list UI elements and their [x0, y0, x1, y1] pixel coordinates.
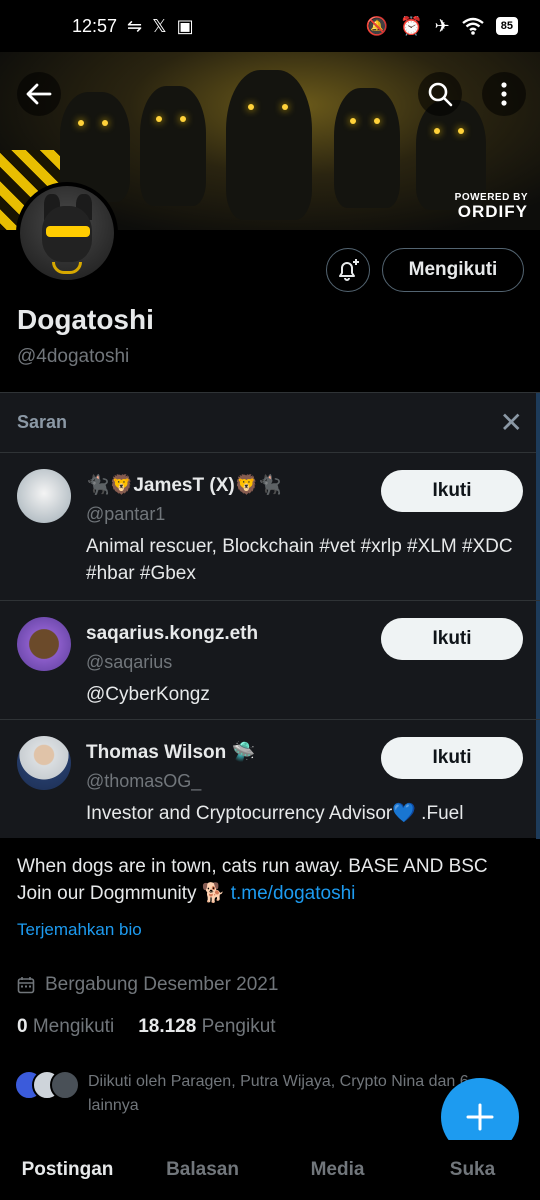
following-label: Mengikuti — [32, 1016, 115, 1037]
profile-tabs: Postingan Balasan Media Suka — [0, 1140, 540, 1200]
followed-by[interactable]: Diikuti oleh Paragen, Putra Wijaya, Cryp… — [14, 1070, 488, 1118]
suggestion-avatar[interactable] — [17, 736, 71, 790]
join-date-text: Bergabung Desember 2021 — [45, 974, 279, 995]
follow-button[interactable]: Ikuti — [381, 618, 523, 660]
suggestions-title: Saran — [17, 412, 68, 432]
notification-bell-button[interactable] — [326, 248, 370, 292]
ordify-brand: ORDIFY — [457, 202, 528, 221]
following-count: 0 — [17, 1016, 28, 1037]
suggestion-bio: Investor and Cryptocurrency Advisor💙 .Fu… — [86, 802, 464, 824]
translate-bio-link[interactable]: Terjemahkan bio — [17, 920, 142, 940]
suggestion-avatar[interactable] — [17, 469, 71, 523]
suggestion-avatar[interactable] — [17, 617, 71, 671]
suggestion-item[interactable]: saqarius.kongz.eth @saqarius @CyberKongz… — [0, 601, 540, 720]
following-stat[interactable]: 0 Mengikuti — [17, 1016, 114, 1038]
tab-postingan[interactable]: Postingan — [0, 1159, 135, 1181]
join-date: Bergabung Desember 2021 — [17, 974, 278, 996]
banner-wolf — [334, 88, 400, 208]
clock: 12:57 — [72, 15, 118, 36]
sunglasses — [46, 226, 90, 237]
banner-wolf — [226, 70, 312, 220]
bio-link[interactable]: t.me/dogatoshi — [231, 883, 356, 904]
tab-suka[interactable]: Suka — [405, 1159, 540, 1181]
tab-media[interactable]: Media — [270, 1159, 405, 1181]
powered-by-badge: POWERED BY ORDIFY — [455, 193, 528, 221]
follow-button[interactable]: Ikuti — [381, 737, 523, 779]
suggestion-item[interactable]: Thomas Wilson 🛸 @thomasOG_ Investor and … — [0, 720, 540, 839]
more-options-button[interactable] — [482, 72, 526, 116]
follower-avatar — [50, 1070, 80, 1100]
suggestions-panel: Saran ✕ 🐈‍⬛🦁JamesT (X)🦁🐈‍⬛ @pantar1 Anim… — [0, 392, 540, 839]
plus-icon — [466, 1103, 494, 1131]
alarm-icon: ⏰ — [400, 15, 423, 36]
tab-balasan[interactable]: Balasan — [135, 1159, 270, 1181]
gold-chain — [52, 262, 82, 274]
battery-indicator: 85 — [495, 17, 518, 35]
search-button[interactable] — [418, 72, 462, 116]
airplane-icon: ✈ — [434, 15, 450, 36]
bell-off-icon: 🔕 — [365, 15, 389, 36]
following-button[interactable]: Mengikuti — [382, 248, 524, 292]
close-icon[interactable]: ✕ — [500, 408, 523, 437]
suggestion-bio: Animal rescuer, Blockchain #vet #xrlp #X… — [86, 535, 513, 585]
app-icon: ▣ — [176, 15, 194, 36]
suggestions-header: Saran ✕ — [0, 393, 540, 453]
wifi-icon — [462, 17, 484, 35]
followed-by-text: Diikuti oleh Paragen, Putra Wijaya, Cryp… — [88, 1073, 469, 1114]
x-logo-icon: 𝕏 — [152, 15, 167, 36]
calendar-icon — [17, 977, 35, 994]
user-handle: @4dogatoshi — [17, 346, 130, 367]
followers-count: 18.128 — [138, 1016, 197, 1037]
display-name: Dogatoshi — [17, 304, 154, 335]
follow-button[interactable]: Ikuti — [381, 470, 523, 512]
followers-stat[interactable]: 18.128 Pengikut — [138, 1016, 275, 1038]
search-icon — [428, 82, 453, 107]
suggestion-bio: @CyberKongz — [86, 683, 210, 705]
profile-avatar[interactable] — [16, 182, 118, 284]
bell-plus-icon — [339, 259, 359, 281]
back-button[interactable] — [17, 72, 61, 116]
back-arrow-icon — [26, 83, 52, 105]
follow-stats: 0 Mengikuti 18.128 Pengikut — [17, 1016, 276, 1038]
status-bar: 12:57 ⇋ 𝕏 ▣ 🔕 ⏰ ✈ 85 — [0, 0, 540, 52]
suggestion-item[interactable]: 🐈‍⬛🦁JamesT (X)🦁🐈‍⬛ @pantar1 Animal rescu… — [0, 453, 540, 601]
followers-label: Pengikut — [201, 1016, 276, 1037]
more-vertical-icon — [501, 82, 507, 106]
profile-bio: When dogs are in town, cats run away. BA… — [17, 854, 517, 908]
banner-wolf — [140, 86, 206, 206]
sync-icon: ⇋ — [127, 15, 143, 36]
